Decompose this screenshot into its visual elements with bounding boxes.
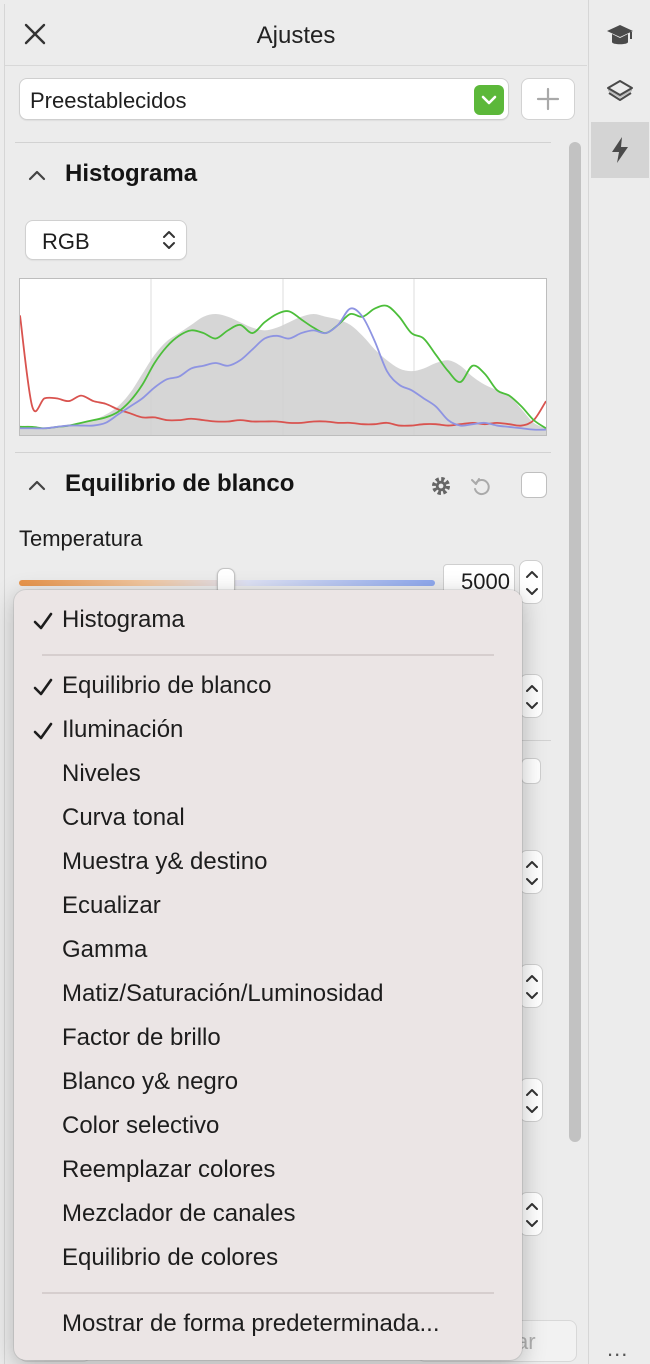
menu-separator: [42, 654, 494, 656]
presets-dropdown-button[interactable]: [474, 85, 504, 115]
checkmark-icon: [33, 612, 53, 630]
presets-label: Preestablecidos: [30, 88, 187, 113]
checkmark-icon: [33, 722, 53, 740]
white-balance-tools: [427, 472, 547, 502]
menu-item[interactable]: Reemplazar colores: [14, 1154, 522, 1194]
adjustments-menu: Histograma Equilibrio de blanco Iluminació…: [14, 590, 522, 1360]
menu-item[interactable]: Niveles: [14, 758, 522, 798]
menu-item-label: Curva tonal: [62, 804, 185, 831]
menu-item[interactable]: Color selectivo: [14, 1110, 522, 1150]
stepper-arrows-icon: [526, 571, 538, 595]
learn-button[interactable]: [591, 8, 649, 64]
stepper-arrows-icon: [526, 1089, 538, 1113]
menu-separator: [42, 1292, 494, 1294]
chevron-down-icon: [481, 95, 497, 105]
divider: [15, 452, 551, 453]
stepper-arrows-icon: [526, 861, 538, 885]
right-toolbar: ...: [588, 0, 650, 1364]
divider: [15, 142, 551, 143]
temperature-label: Temperatura: [19, 526, 143, 551]
histogram-section-header[interactable]: Histograma: [25, 158, 545, 192]
menu-item[interactable]: Ecualizar: [14, 890, 522, 930]
panel-title: Ajustes: [256, 22, 336, 49]
tint-stepper[interactable]: [519, 674, 543, 718]
preset-row: Preestablecidos: [19, 78, 579, 124]
menu-item[interactable]: Gamma: [14, 934, 522, 974]
stepper-arrows-icon: [526, 975, 538, 999]
histogram-svg: [19, 279, 547, 435]
menu-item-label: Equilibrio de blanco: [62, 672, 272, 699]
add-preset-button[interactable]: [521, 78, 575, 120]
temperature-stepper[interactable]: [519, 560, 543, 604]
menu-item-label: Ecualizar: [62, 892, 161, 919]
menu-item-label: Reemplazar colores: [62, 1156, 276, 1183]
menu-item[interactable]: Matiz/Saturación/Luminosidad: [14, 978, 522, 1018]
menu-item[interactable]: Mezclador de canales: [14, 1198, 522, 1238]
menu-item-label: Iluminación: [62, 716, 184, 743]
menu-item[interactable]: Equilibrio de blanco: [14, 670, 522, 710]
panel-titlebar: Ajustes: [5, 4, 587, 66]
menu-item-label: Muestra y& destino: [62, 848, 268, 875]
menu-item-label: Blanco y& negro: [62, 1068, 239, 1095]
menu-item[interactable]: Factor de brillo: [14, 1022, 522, 1062]
menu-item[interactable]: Equilibrio de colores: [14, 1242, 522, 1282]
menu-item-label: Gamma: [62, 936, 148, 963]
white-balance-enable-checkbox[interactable]: [521, 472, 547, 498]
menu-item[interactable]: Histograma: [14, 604, 522, 644]
adjustments-button[interactable]: [591, 122, 649, 178]
stepper[interactable]: [519, 850, 543, 894]
menu-item[interactable]: Curva tonal: [14, 802, 522, 842]
chevron-up-icon[interactable]: [25, 474, 49, 496]
menu-item-label: Color selectivo: [62, 1112, 220, 1139]
undo-icon: [471, 478, 490, 496]
layers-button[interactable]: [591, 64, 649, 120]
reset-button[interactable]: [467, 472, 495, 500]
menu-item[interactable]: Muestra y& destino: [14, 846, 522, 886]
stepper[interactable]: [519, 1078, 543, 1122]
menu-item-label: Matiz/Saturación/Luminosidad: [62, 980, 384, 1007]
lighting-enable-checkbox[interactable]: [521, 758, 541, 784]
menu-item-label: Mezclador de canales: [62, 1200, 296, 1227]
menu-item-label: Histograma: [62, 606, 185, 633]
menu-item[interactable]: Blanco y& negro: [14, 1066, 522, 1106]
menu-item-label: Mostrar de forma predeterminada...: [62, 1310, 440, 1337]
histogram-title: Histograma: [65, 160, 198, 187]
scrollbar[interactable]: [567, 142, 583, 1144]
menu-item[interactable]: Mostrar de forma predeterminada...: [14, 1308, 522, 1348]
channel-select[interactable]: RGB: [25, 220, 187, 260]
gear-icon: [432, 477, 450, 495]
settings-button[interactable]: [427, 472, 455, 500]
histogram-chart: [19, 278, 547, 436]
lightning-icon: [612, 137, 628, 163]
checkmark-icon: [33, 678, 53, 696]
plus-icon: [536, 87, 560, 111]
chevron-up-icon[interactable]: [25, 164, 49, 186]
stepper-arrows-icon: [526, 1203, 538, 1227]
presets-select[interactable]: Preestablecidos: [19, 78, 509, 120]
channel-label: RGB: [42, 229, 90, 254]
more-button[interactable]: ...: [607, 1336, 628, 1362]
stepper[interactable]: [519, 1192, 543, 1236]
updown-chevron-icon: [163, 231, 175, 249]
menu-item-label: Factor de brillo: [62, 1024, 221, 1051]
stepper-arrows-icon: [526, 685, 538, 709]
stepper[interactable]: [519, 964, 543, 1008]
white-balance-title: Equilibrio de blanco: [65, 470, 295, 497]
graduation-cap-icon: [607, 25, 633, 45]
menu-item-label: Niveles: [62, 760, 141, 787]
layers-icon: [607, 80, 633, 101]
menu-item-label: Equilibrio de colores: [62, 1244, 279, 1271]
scrollbar-thumb[interactable]: [569, 142, 581, 1142]
menu-item[interactable]: Iluminación: [14, 714, 522, 754]
